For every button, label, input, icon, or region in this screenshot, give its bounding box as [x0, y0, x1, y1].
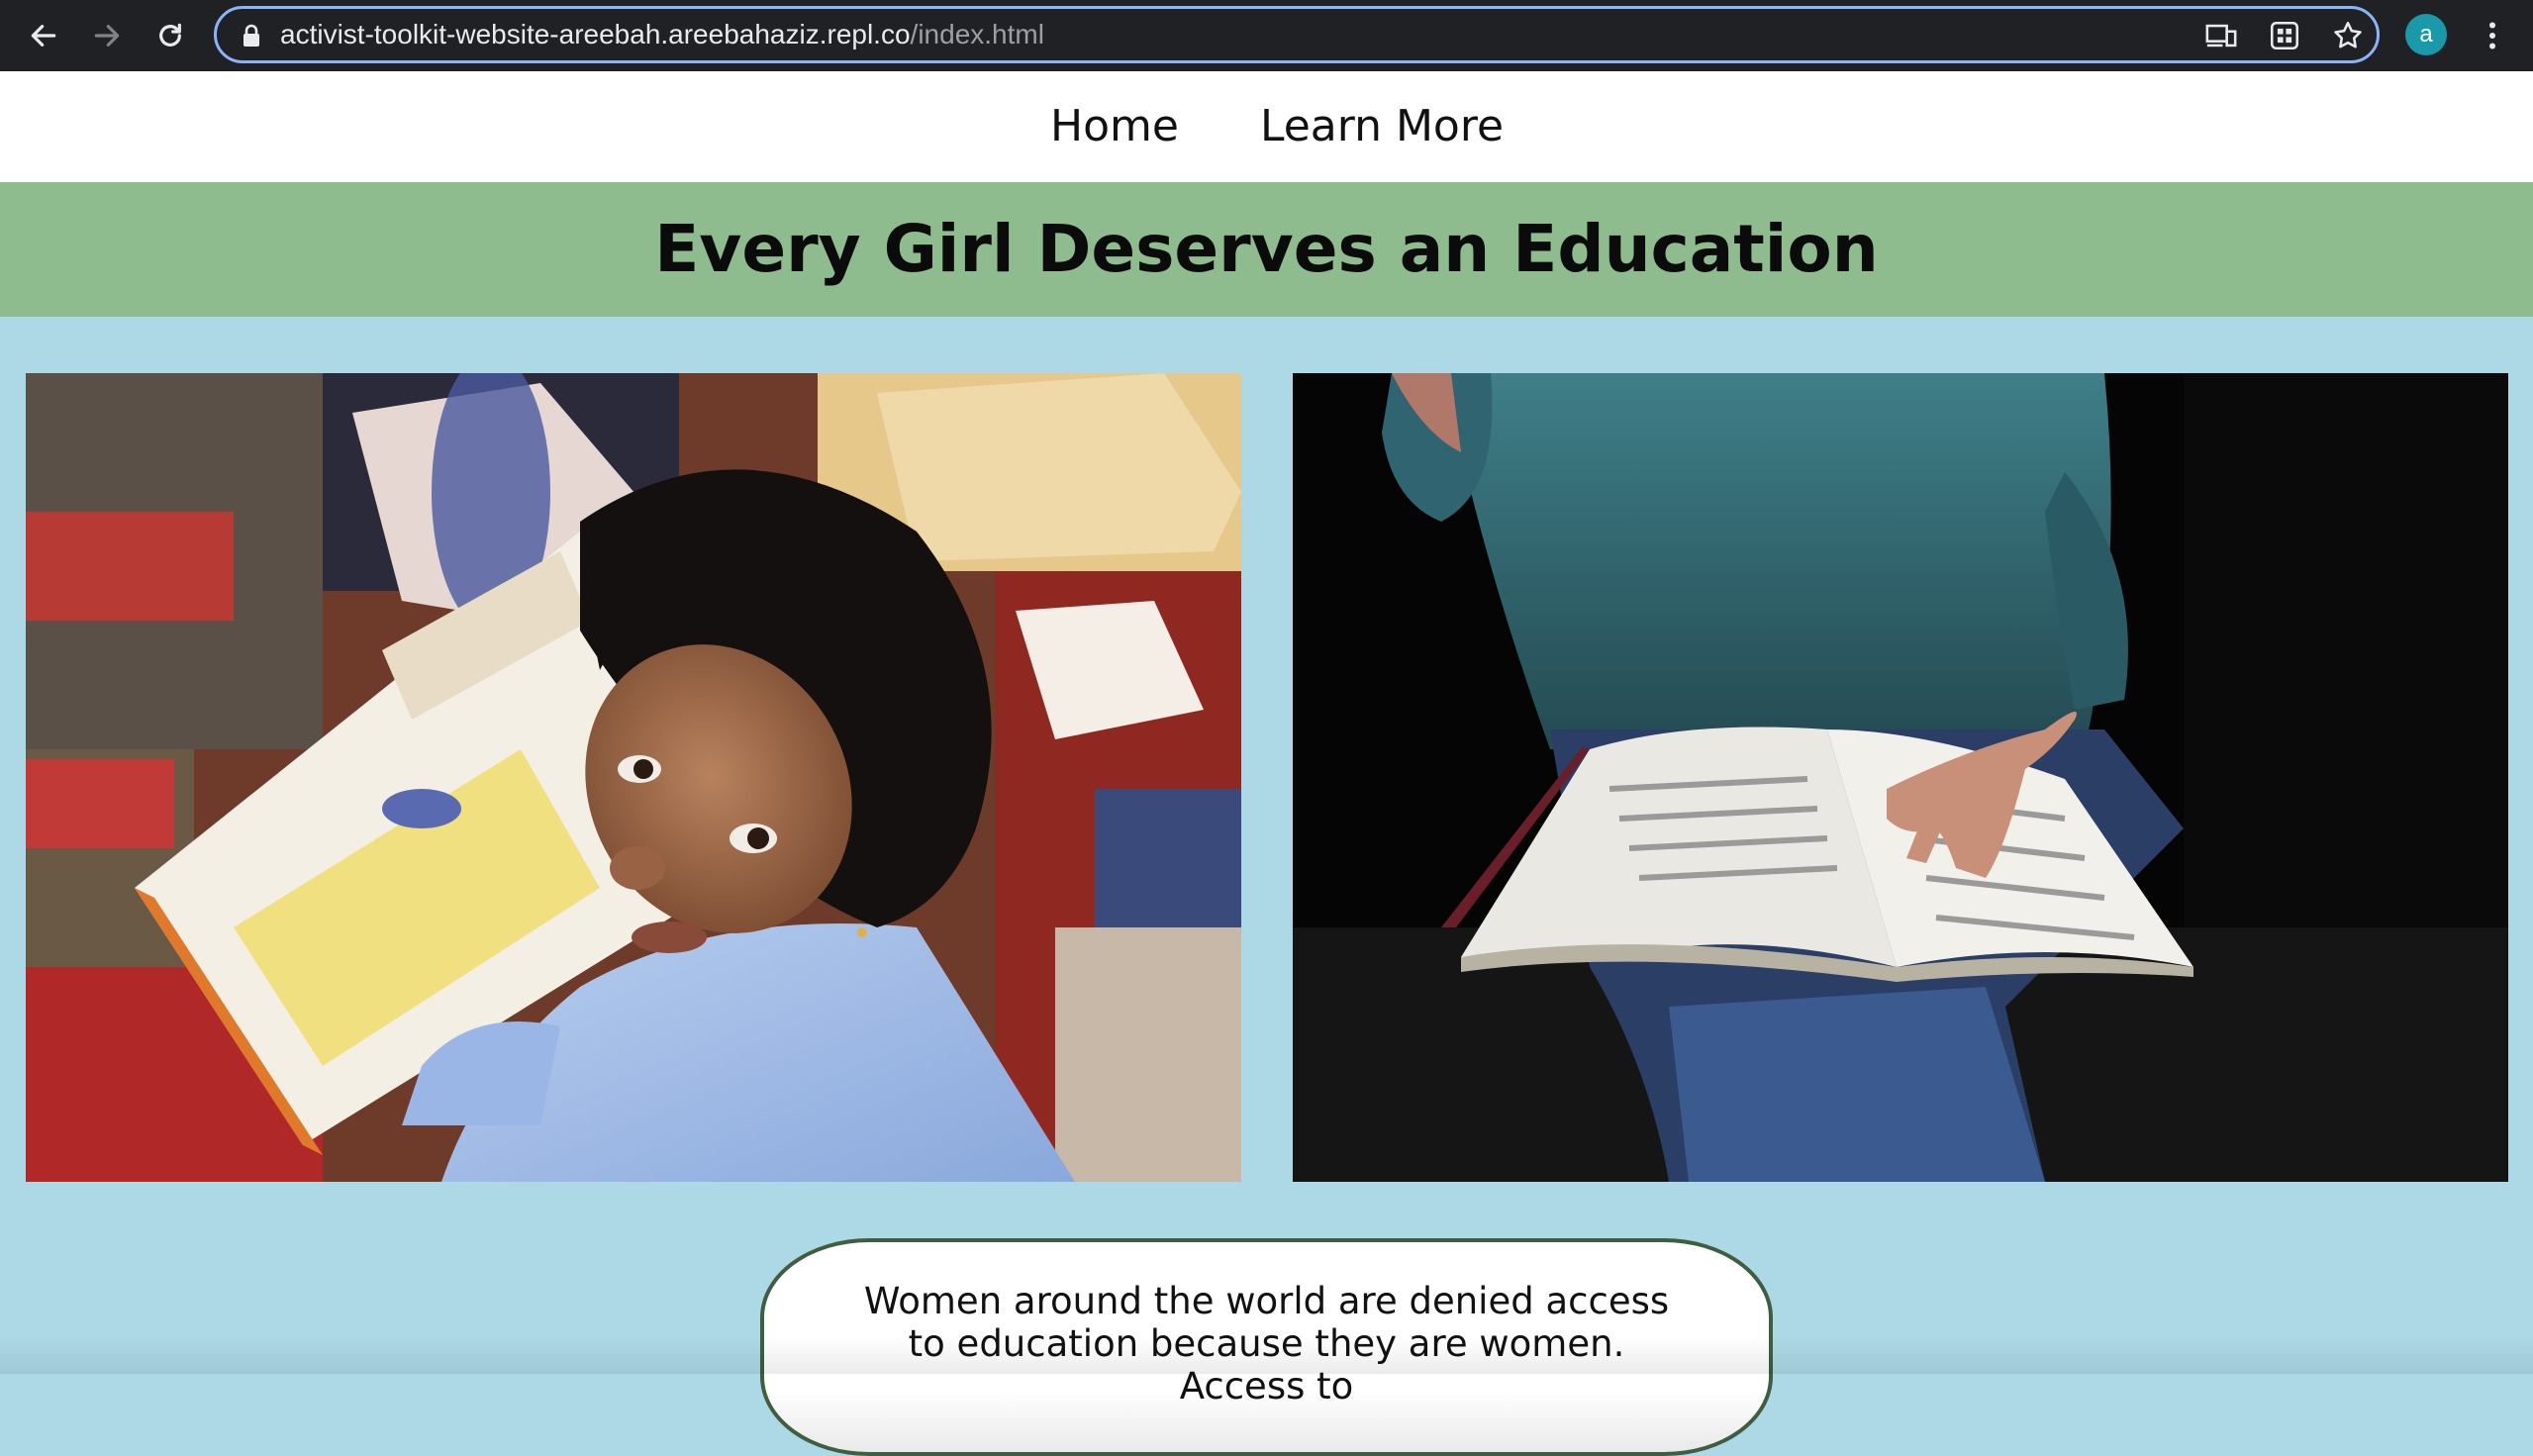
reload-icon: [159, 23, 181, 47]
info-card-text: Women around the world are denied access…: [863, 1280, 1670, 1407]
lock-icon: [244, 24, 259, 47]
nav-link-learn-more[interactable]: Learn More: [1260, 71, 1504, 182]
forward-button[interactable]: [85, 14, 129, 57]
page-title: Every Girl Deserves an Education: [654, 211, 1879, 287]
arrow-right-icon: [94, 25, 120, 47]
photo-child-reading: [1293, 373, 2508, 1182]
photo-child-reading-image: [1293, 373, 2508, 1182]
info-card: Women around the world are denied access…: [760, 1238, 1773, 1456]
back-button[interactable]: [22, 14, 65, 57]
arrow-left-icon: [31, 25, 56, 47]
url-path: /index.html: [910, 19, 1044, 49]
photo-girl-with-book: [26, 373, 1241, 1182]
url-text: activist-toolkit-website-areebah.areebah…: [280, 9, 1044, 60]
qr-code-icon[interactable]: [2268, 19, 2301, 52]
more-vert-icon[interactable]: [2475, 16, 2510, 55]
address-bar[interactable]: activist-toolkit-website-areebah.areebah…: [214, 6, 2380, 63]
star-icon[interactable]: [2331, 19, 2365, 52]
nav-link-home[interactable]: Home: [1050, 71, 1179, 182]
hero-banner: Every Girl Deserves an Education: [0, 182, 2533, 317]
url-host: activist-toolkit-website-areebah.areebah…: [280, 19, 911, 49]
profile-avatar[interactable]: a: [2405, 14, 2447, 55]
cast-icon[interactable]: [2204, 19, 2238, 52]
browser-toolbar: activist-toolkit-website-areebah.areebah…: [0, 0, 2533, 71]
photo-girl-with-book-image: [26, 373, 1241, 1182]
site-nav: Home Learn More: [0, 71, 2533, 182]
reload-button[interactable]: [148, 14, 192, 57]
